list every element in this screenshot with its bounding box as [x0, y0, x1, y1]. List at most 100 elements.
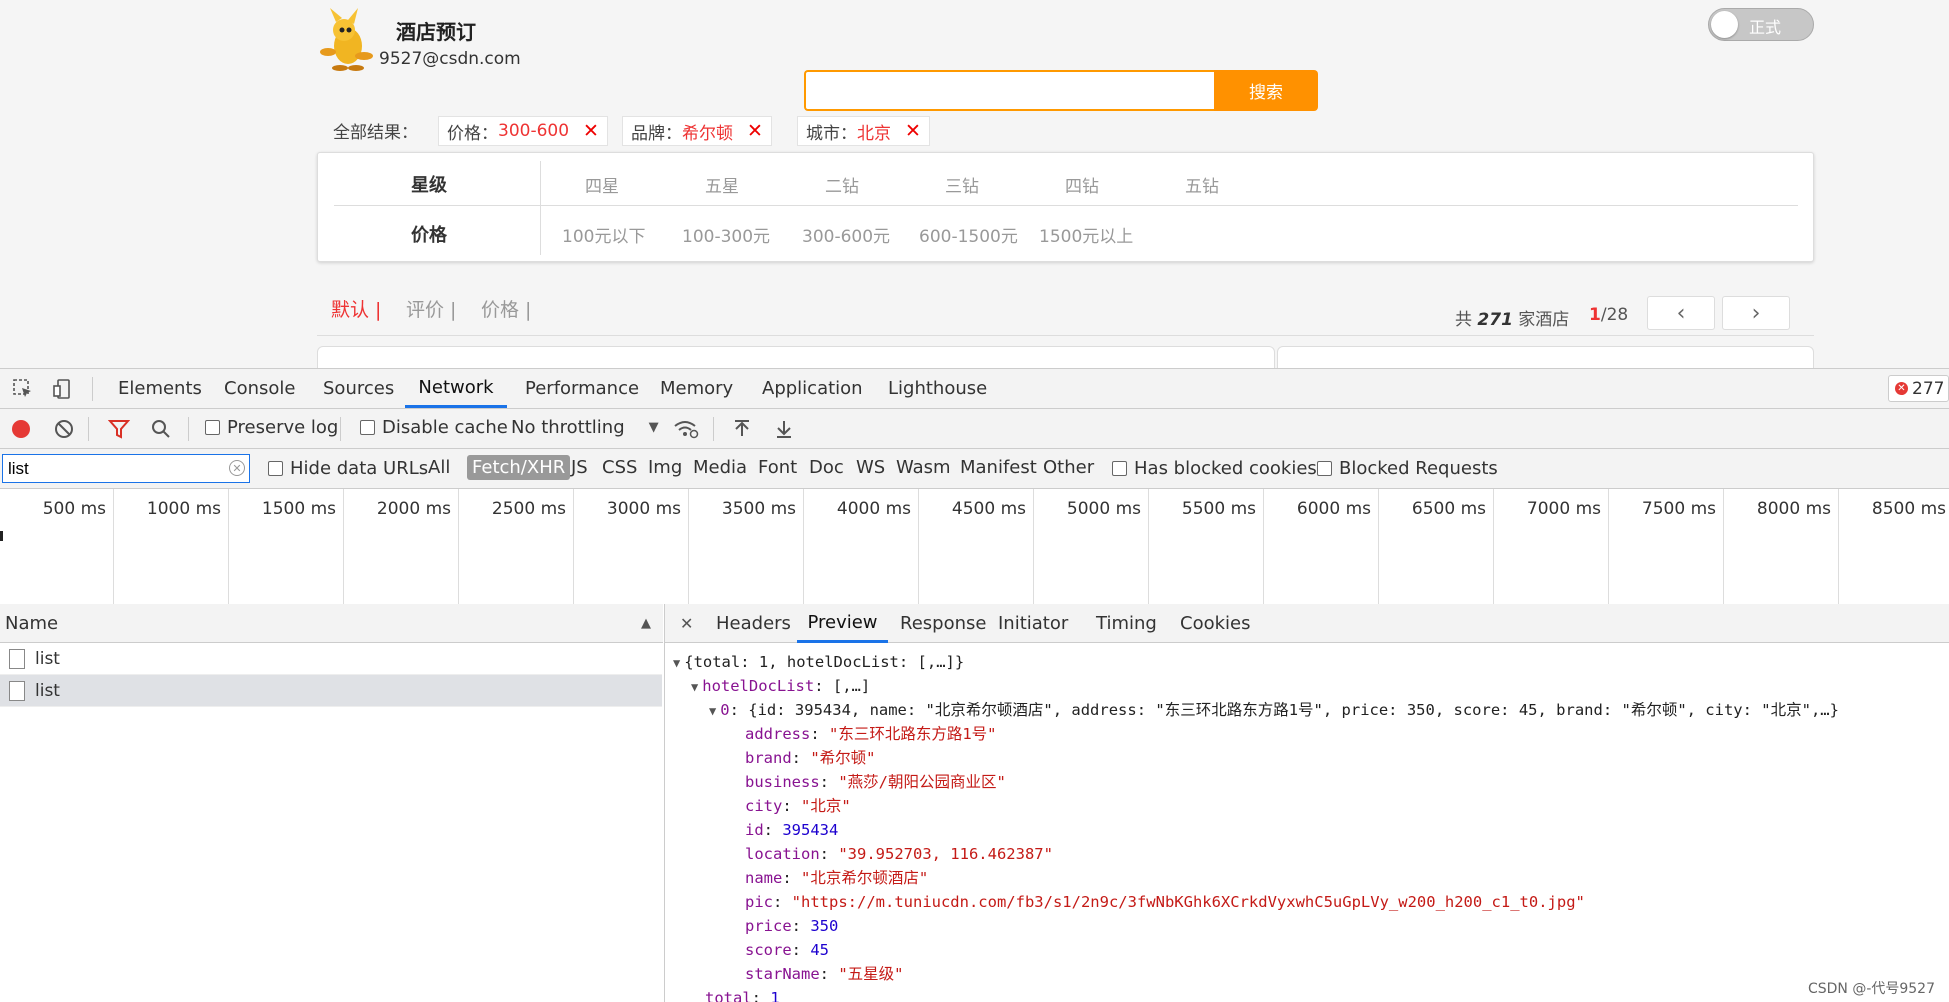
hotel-card[interactable]	[317, 346, 1275, 368]
network-timeline[interactable]: 500 ms 1000 ms 1500 ms 2000 ms 2500 ms 3000 m…	[0, 489, 1949, 605]
throttling-select[interactable]: No throttling ▼	[511, 417, 659, 438]
tab-cookies[interactable]: Cookies	[1180, 604, 1250, 643]
search-icon[interactable]	[150, 418, 172, 440]
search-button[interactable]: 搜索	[1214, 70, 1318, 111]
chip-key: 价格：	[447, 123, 498, 144]
json-field-row[interactable]: brand: "希尔顿"	[745, 746, 1585, 770]
filter-option[interactable]: 四钻	[1065, 172, 1099, 197]
environment-toggle[interactable]: 正式	[1708, 8, 1814, 41]
filter-option[interactable]: 五钻	[1185, 172, 1219, 197]
tab-console[interactable]: Console	[224, 369, 295, 408]
export-har-icon[interactable]	[773, 418, 795, 440]
tab-headers[interactable]: Headers	[716, 604, 791, 643]
type-filter-wasm[interactable]: Wasm	[896, 457, 951, 478]
devtools-panel: Elements Console Sources Network Perform…	[0, 368, 1949, 1002]
checkbox-box[interactable]	[268, 461, 283, 476]
hotel-card[interactable]	[1277, 346, 1814, 368]
filter-option[interactable]: 100-300元	[682, 222, 770, 247]
request-list-header[interactable]: Name ▲	[0, 604, 663, 643]
json-item-line[interactable]: ▼ 0: {id: 395434, name: "北京希尔顿酒店", addres…	[709, 698, 1839, 723]
json-field-row[interactable]: name: "北京希尔顿酒店"	[745, 866, 1585, 890]
hide-data-urls-checkbox[interactable]: Hide data URLs	[268, 458, 428, 479]
type-filter-fetch-xhr[interactable]: Fetch/XHR	[467, 455, 571, 480]
inspect-element-icon[interactable]	[10, 377, 36, 401]
json-root-line[interactable]: ▼ {total: 1, hotelDocList: [,…]}	[673, 650, 964, 675]
checkbox-box[interactable]	[205, 420, 220, 435]
tab-sources[interactable]: Sources	[323, 369, 394, 408]
filter-option[interactable]: 三钻	[945, 172, 979, 197]
remove-filter-icon[interactable]: ✕	[905, 120, 921, 142]
json-field-row[interactable]: starName: "五星级"	[745, 962, 1585, 986]
disable-cache-checkbox[interactable]: Disable cache	[360, 417, 508, 438]
json-field-row[interactable]: price: 350	[745, 914, 1585, 938]
type-filter-img[interactable]: Img	[648, 457, 682, 478]
filter-option[interactable]: 五星	[705, 172, 739, 197]
timeline-gridline	[458, 489, 459, 604]
tab-preview[interactable]: Preview	[797, 604, 888, 643]
request-row-selected[interactable]: list	[0, 675, 662, 707]
close-detail-icon[interactable]: ✕	[680, 604, 693, 643]
remove-filter-icon[interactable]: ✕	[747, 120, 763, 142]
tab-response[interactable]: Response	[900, 604, 986, 643]
type-filter-all[interactable]: All	[428, 457, 450, 478]
filter-option[interactable]: 二钻	[825, 172, 859, 197]
json-list-line[interactable]: ▼ hotelDocList: [,…]	[691, 674, 870, 699]
filter-divider	[540, 161, 541, 255]
preserve-log-checkbox[interactable]: Preserve log	[205, 417, 338, 438]
tab-elements[interactable]: Elements	[118, 369, 202, 408]
clear-filter-icon[interactable]: ✕	[229, 460, 245, 476]
type-filter-doc[interactable]: Doc	[809, 457, 844, 478]
clear-icon[interactable]	[53, 418, 75, 440]
tab-initiator[interactable]: Initiator	[998, 604, 1068, 643]
json-field-row[interactable]: pic: "https://m.tuniucdn.com/fb3/s1/2n9c…	[745, 890, 1585, 914]
import-har-icon[interactable]	[731, 418, 753, 440]
sort-price[interactable]: 价格 |	[481, 295, 531, 322]
json-field-row[interactable]: address: "东三环北路东方路1号"	[745, 722, 1585, 746]
next-page-button[interactable]: ›	[1722, 296, 1790, 330]
filter-option[interactable]: 300-600元	[802, 222, 890, 247]
tab-timing[interactable]: Timing	[1096, 604, 1157, 643]
type-filter-js[interactable]: JS	[571, 457, 588, 478]
checkbox-box[interactable]	[1112, 461, 1127, 476]
json-field-row[interactable]: id: 395434	[745, 818, 1585, 842]
tab-application[interactable]: Application	[762, 369, 863, 408]
filter-icon[interactable]	[108, 418, 130, 440]
type-filter-media[interactable]: Media	[693, 457, 747, 478]
tab-network[interactable]: Network	[405, 369, 507, 408]
type-filter-ws[interactable]: WS	[856, 457, 885, 478]
network-filter-row: ✕ Hide data URLs All Fetch/XHR JS CSS Im…	[0, 449, 1949, 489]
network-conditions-icon[interactable]	[673, 418, 699, 440]
hotel-count-prefix: 共	[1455, 310, 1478, 330]
filter-option[interactable]: 100元以下	[562, 222, 645, 247]
filter-option[interactable]: 600-1500元	[919, 222, 1018, 247]
prev-page-button[interactable]: ‹	[1647, 296, 1715, 330]
tab-performance[interactable]: Performance	[525, 369, 639, 408]
json-field-row[interactable]: location: "39.952703, 116.462387"	[745, 842, 1585, 866]
sort-rating[interactable]: 评价 |	[406, 295, 456, 322]
has-blocked-cookies-checkbox[interactable]: Has blocked cookies	[1112, 458, 1317, 479]
type-filter-font[interactable]: Font	[758, 457, 797, 478]
type-filter-other[interactable]: Other	[1043, 457, 1094, 478]
type-filter-manifest[interactable]: Manifest	[960, 457, 1037, 478]
json-key: pic	[745, 893, 773, 911]
remove-filter-icon[interactable]: ✕	[583, 120, 599, 142]
request-row[interactable]: list	[0, 643, 662, 675]
json-field-row[interactable]: city: "北京"	[745, 794, 1585, 818]
tab-lighthouse[interactable]: Lighthouse	[888, 369, 987, 408]
error-counter[interactable]: ✕ 277	[1888, 375, 1949, 402]
filter-label-star: 星级	[411, 175, 447, 196]
json-field-row[interactable]: score: 45	[745, 938, 1585, 962]
network-filter-input[interactable]	[3, 455, 220, 482]
record-icon[interactable]	[10, 418, 32, 440]
checkbox-box[interactable]	[360, 420, 375, 435]
tab-memory[interactable]: Memory	[660, 369, 733, 408]
checkbox-box[interactable]	[1317, 461, 1332, 476]
device-toolbar-icon[interactable]	[50, 377, 76, 401]
filter-option[interactable]: 1500元以上	[1039, 222, 1133, 247]
json-field-row[interactable]: business: "燕莎/朝阳公园商业区"	[745, 770, 1585, 794]
sort-default[interactable]: 默认 |	[331, 295, 381, 322]
type-filter-css[interactable]: CSS	[602, 457, 637, 478]
blocked-requests-checkbox[interactable]: Blocked Requests	[1317, 458, 1498, 479]
search-input[interactable]	[804, 70, 1214, 111]
filter-option[interactable]: 四星	[585, 172, 619, 197]
